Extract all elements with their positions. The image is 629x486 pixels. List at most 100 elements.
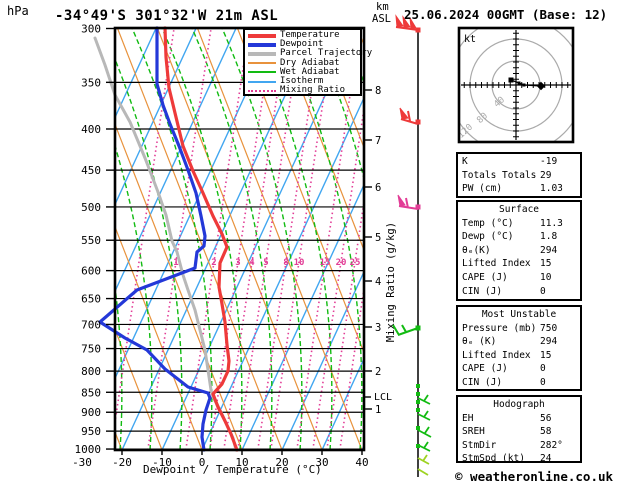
- stat-value: 294: [540, 244, 558, 256]
- hodograph-stats-panel: Hodograph EH 56 SREH 58 StmDir 282° StmS…: [456, 395, 582, 465]
- stat-row: CIN (J) 0: [462, 285, 576, 299]
- stat-label: PW (cm): [462, 183, 503, 195]
- km-tick-label: 6: [375, 182, 381, 194]
- wind-level-marker: [415, 325, 421, 331]
- isotherm-line-swatch: [248, 80, 276, 83]
- stat-row: CAPE (J) 0: [462, 362, 576, 376]
- stat-label: CAPE (J): [462, 271, 508, 283]
- stat-value: 0: [540, 363, 546, 375]
- temperature-tick-label: -20: [112, 456, 132, 469]
- legend-item-mixing-ratio: Mixing Ratio: [248, 86, 360, 95]
- skewt-sounding-page: 1 2 3 4 5 8 10 15 20 25 300 350 400 450 500 550 600 650 70…: [0, 0, 629, 486]
- lcl-label: LCL: [374, 392, 392, 403]
- hodograph-marker-square: [508, 77, 514, 83]
- stat-row: θₑ (K) 294: [462, 335, 576, 349]
- pressure-tick-label: 1000: [75, 443, 102, 456]
- wind-calm-dot: [416, 426, 420, 430]
- stat-label: CAPE (J): [462, 363, 508, 375]
- stat-row: EH 56: [462, 412, 576, 426]
- stat-value: 24: [540, 453, 552, 465]
- wind-calm-dot: [416, 400, 420, 404]
- km-tick-label: 4: [375, 276, 381, 288]
- km-tick-label: 7: [375, 135, 381, 147]
- stat-value: 282°: [540, 439, 563, 451]
- stat-value: 0: [540, 376, 546, 388]
- stat-value: 0: [540, 285, 546, 297]
- panel-header: Surface: [498, 204, 540, 215]
- stat-label: SREH: [462, 426, 485, 438]
- stat-value: 1.8: [540, 231, 558, 243]
- mixing-ratio-tick-label: 3: [235, 258, 240, 268]
- wind-barb-column: [392, 14, 432, 477]
- stat-row: Dewp (°C) 1.8: [462, 230, 576, 244]
- stat-label: Temp (°C): [462, 217, 514, 229]
- stat-row: StmDir 282°: [462, 439, 576, 453]
- temperature-tick-label: -30: [72, 456, 92, 469]
- temperature-line-swatch: [248, 33, 276, 38]
- chart-legend: Temperature Dewpoint Parcel Trajectory D…: [243, 28, 372, 96]
- pressure-tick-label: 850: [81, 386, 101, 399]
- dewpoint-trace: [98, 26, 212, 452]
- isotherm-line: [116, 29, 157, 117]
- wind-calm-dot: [416, 384, 420, 388]
- pressure-tick-label: 300: [81, 23, 101, 36]
- pressure-tick-label: 900: [81, 406, 101, 419]
- pressure-tick-label: 950: [81, 425, 101, 438]
- stat-row: Totals Totals 29: [462, 169, 576, 183]
- mixing-ratio-tick-label: 20: [336, 258, 347, 268]
- mixing-ratio-tick-label: 8: [283, 258, 288, 268]
- hodograph-marker-square: [517, 81, 521, 85]
- wet-adiabat-line-swatch: [248, 71, 276, 74]
- pressure-tick-label: 400: [81, 123, 101, 136]
- stat-value: 15: [540, 258, 552, 270]
- panel-header: Most Unstable: [481, 309, 557, 320]
- mixing-ratio-line-swatch: [248, 89, 276, 92]
- stat-value: 58: [540, 426, 552, 438]
- wet-adiabat-line: [0, 28, 62, 450]
- wind-calm-dot: [416, 408, 420, 412]
- stat-label: CIN (J): [462, 376, 503, 388]
- wind-level-marker: [415, 119, 421, 125]
- stat-label: Pressure (mb): [462, 322, 537, 334]
- indices-panel: K -19 Totals Totals 29 PW (cm) 1.03: [456, 152, 582, 198]
- temperature-trace: [163, 26, 239, 452]
- stat-row: Lifted Index 15: [462, 257, 576, 271]
- stat-row: Pressure (mb) 750: [462, 322, 576, 336]
- wet-adiabat-line: [372, 28, 452, 450]
- stat-row: Lifted Index 15: [462, 349, 576, 363]
- wind-calm-dot: [416, 392, 420, 396]
- wet-adiabat-line: [12, 28, 92, 450]
- mixing-ratio-tick-label: 2: [211, 258, 216, 268]
- stat-value: 294: [540, 336, 558, 348]
- mixing-ratio-tick-label: 4: [249, 258, 255, 268]
- mixing-ratio-tick-label: 10: [294, 258, 305, 268]
- pressure-tick-label: 750: [81, 343, 101, 356]
- wind-barb-small: [417, 468, 429, 476]
- stat-row: PW (cm) 1.03: [462, 182, 576, 196]
- stat-label: StmSpd (kt): [462, 453, 525, 465]
- stat-label: Lifted Index: [462, 349, 531, 361]
- pressure-tick-label: 350: [81, 76, 101, 89]
- km-tick-label: 8: [375, 85, 381, 97]
- station-title: -34°49'S 301°32'W 21m ASL: [55, 8, 279, 24]
- temperature-tick-label: 40: [355, 456, 368, 469]
- km-tick-label: 5: [375, 232, 381, 244]
- stat-row: K -19: [462, 155, 576, 169]
- credit-watermark: © weatheronline.co.uk: [455, 469, 614, 484]
- mixing-ratio-tick-label: 25: [350, 258, 361, 268]
- stat-label: Totals Totals: [462, 169, 537, 181]
- mixing-ratio-tick-label: 15: [320, 258, 331, 268]
- asl-axis-unit: ASL: [372, 13, 391, 25]
- stat-label: StmDir: [462, 439, 497, 451]
- dry-adiabat-line-swatch: [248, 62, 276, 65]
- stat-label: K: [462, 156, 468, 167]
- pressure-tick-label: 500: [81, 201, 101, 214]
- stat-value: 750: [540, 322, 558, 334]
- stat-value: 56: [540, 412, 552, 424]
- pressure-tick-label: 700: [81, 318, 101, 331]
- pressure-tick-label: 800: [81, 365, 101, 378]
- mixing-ratio-tick-label: 5: [263, 258, 268, 268]
- stat-label: θₑ (K): [462, 336, 497, 348]
- hodograph: 4080120kt: [457, 26, 575, 144]
- stat-value: -19: [540, 156, 558, 167]
